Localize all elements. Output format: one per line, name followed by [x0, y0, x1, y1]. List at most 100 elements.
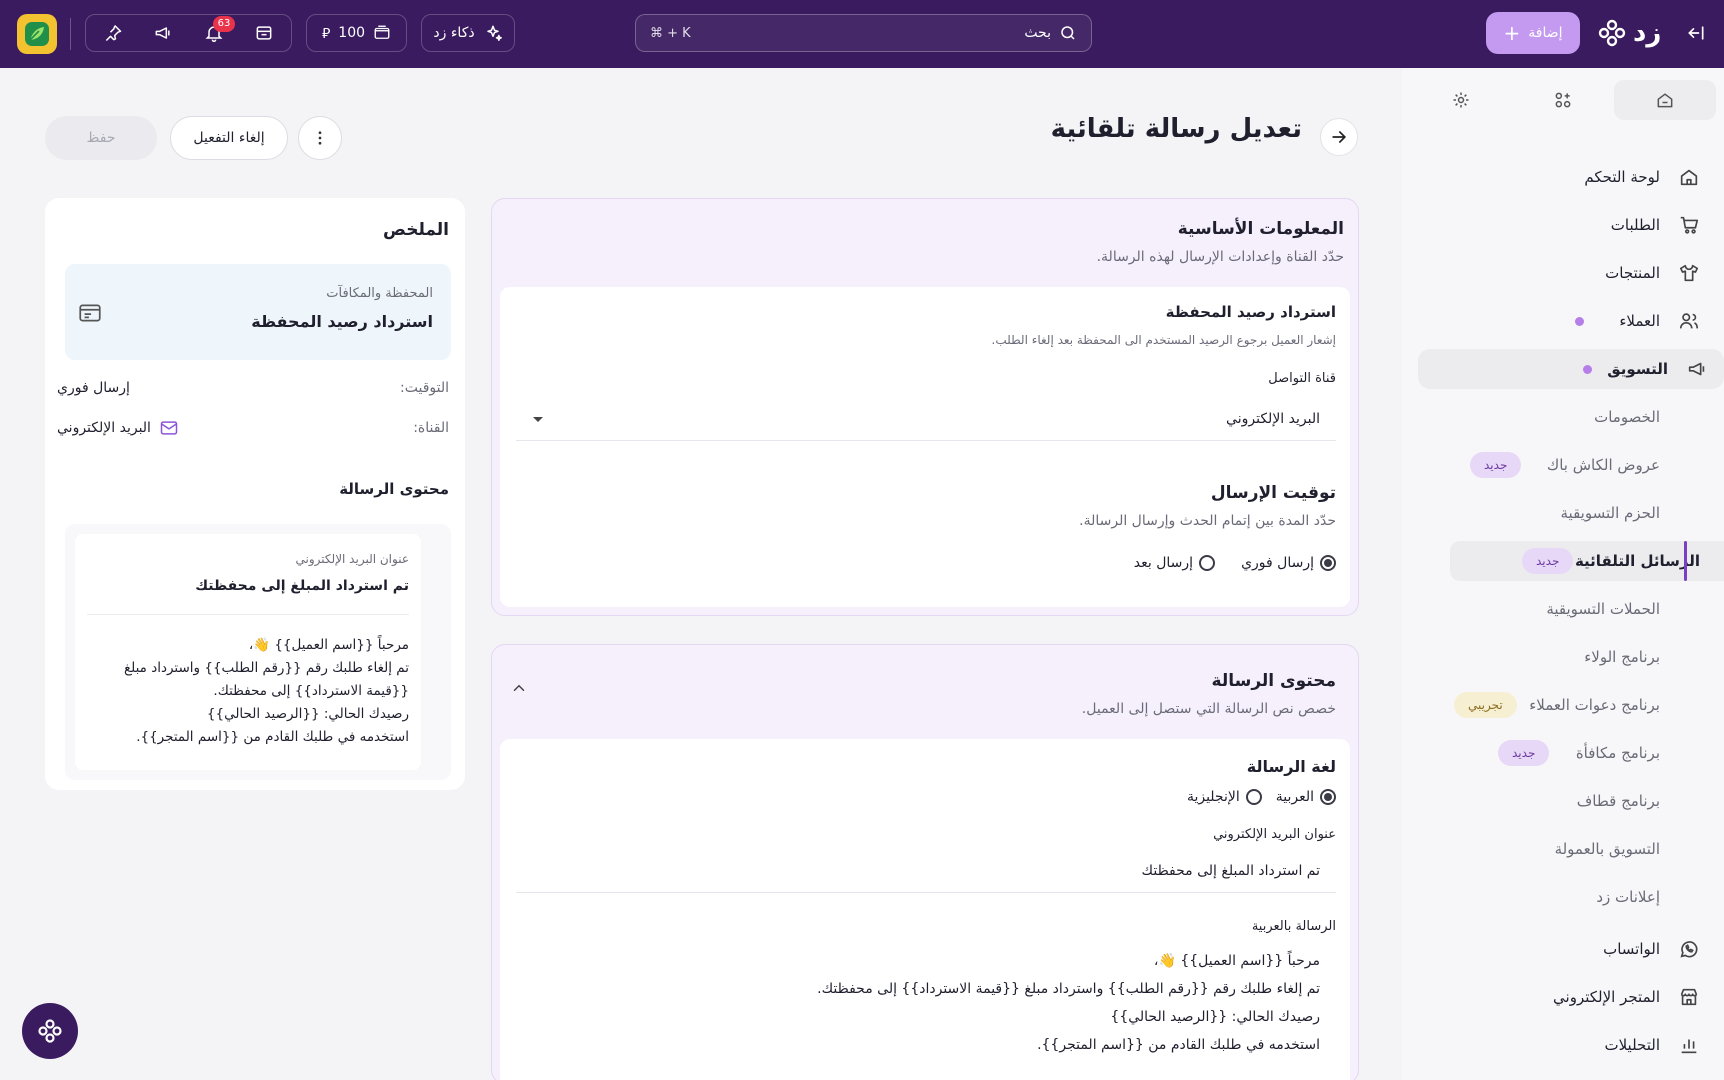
save-label: حفظ [86, 130, 116, 146]
sidebar-item-affiliate[interactable]: التسويق بالعمولة [1402, 829, 1724, 869]
body-label: الرسالة بالعربية [1251, 919, 1336, 934]
channel-select[interactable]: البريد الإلكتروني [516, 397, 1336, 441]
chevron-up-icon [510, 679, 528, 697]
storefront-icon [1678, 986, 1700, 1008]
floating-help-button[interactable] [22, 1003, 78, 1059]
sidebar-item-whatsapp[interactable]: الواتساب [1402, 929, 1724, 969]
bar-chart-icon [1678, 1034, 1700, 1056]
content-subtitle: خصص نص الرسالة التي ستصل إلى العميل. [1081, 701, 1336, 717]
more-vertical-icon [311, 129, 329, 147]
new-badge: جديد [1470, 452, 1522, 478]
message-content-card: محتوى الرسالة خصص نص الرسالة التي ستصل إ… [491, 644, 1359, 1080]
tab-apps[interactable] [1512, 80, 1614, 120]
channel-select-value: البريد الإلكتروني [1226, 410, 1320, 427]
summary-channel-value: البريد الإلكتروني [57, 420, 151, 436]
body-line: تم إلغاء طلبك رقم {{رقم الطلب}} واسترداد… [817, 981, 1320, 997]
summary-body-line: استخدمه في طلبك القادم من {{اسم المتجر}}… [136, 729, 409, 745]
sidebar-item-products[interactable]: المنتجات [1402, 253, 1724, 293]
page-title: تعديل رسالة تلقائية [1050, 114, 1302, 144]
summary-channel: البريد الإلكتروني [57, 418, 179, 438]
megaphone-icon[interactable] [152, 22, 174, 44]
ai-button[interactable]: ذكاء زد [421, 14, 515, 52]
receipt-icon [77, 300, 103, 326]
lang-ar-radio[interactable]: العربية [1276, 789, 1336, 805]
sidebar-item-label: برنامج دعوات العملاء [1529, 696, 1660, 714]
collapse-button[interactable] [510, 679, 528, 697]
save-button[interactable]: حفظ [45, 116, 157, 160]
sidebar-item-label: التحليلات [1604, 1036, 1660, 1054]
sidebar-item-campaigns[interactable]: الحملات التسويقية [1402, 589, 1724, 629]
divider [87, 614, 409, 615]
users-icon [1678, 310, 1700, 332]
summary-body-line: رصيدك الحالي: {{الرصيد الحالي}} [206, 706, 409, 722]
summary-content-title: محتوى الرسالة [339, 480, 449, 498]
search-input[interactable]: بحث ⌘ + K [635, 14, 1092, 52]
summary-preview-inner: عنوان البريد الإلكتروني تم استرداد المبل… [75, 534, 421, 770]
back-button[interactable] [1320, 118, 1358, 156]
sidebar-item-dashboard[interactable]: لوحة التحكم [1402, 157, 1724, 197]
summary-preview: عنوان البريد الإلكتروني تم استرداد المبل… [65, 524, 451, 780]
sidebar-item-orders[interactable]: الطلبات [1402, 205, 1724, 245]
collapse-sidebar-icon[interactable] [1685, 22, 1707, 44]
balance-value: 100 [338, 25, 366, 41]
summary-event-box: المحفظة والمكافآت استرداد رصيد المحفظة [65, 264, 451, 360]
add-button[interactable]: إضافة + [1486, 12, 1580, 54]
sidebar-item-online-store[interactable]: المتجر الإلكتروني [1402, 977, 1724, 1017]
house-icon [1678, 166, 1700, 188]
lang-options: العربية الإنجليزية [1187, 789, 1336, 805]
shirt-icon [1678, 262, 1700, 284]
cart-icon [1678, 214, 1700, 236]
sidebar-item-cashback[interactable]: عروض الكاش باك جديد [1402, 445, 1724, 485]
deactivate-button[interactable]: إلغاء التفعيل [170, 116, 288, 160]
sidebar-tabs [1410, 80, 1716, 120]
content-body: لغة الرسالة العربية الإنجليزية عنوان الب… [500, 739, 1350, 1080]
sidebar-item-label: الحزم التسويقية [1560, 504, 1660, 522]
megaphone-icon [1686, 358, 1708, 380]
sidebar-item-label: الرسائل التلقائية [1574, 552, 1700, 570]
tab-home[interactable] [1614, 80, 1716, 120]
wallet-icon [373, 24, 391, 42]
basic-info-body: استرداد رصيد المحفظة إشعار العميل برجوع … [500, 287, 1350, 607]
pin-icon[interactable] [102, 22, 124, 44]
sidebar-item-bundles[interactable]: الحزم التسويقية [1402, 493, 1724, 533]
sidebar-item-referrals[interactable]: برنامج دعوات العملاء تجريبي [1402, 685, 1724, 725]
timing-instant-radio[interactable]: إرسال فوري [1241, 555, 1336, 571]
tab-settings[interactable] [1410, 80, 1512, 120]
store-icon[interactable] [253, 22, 275, 44]
gear-icon [1451, 90, 1471, 110]
sidebar-item-label: التسويق [1607, 360, 1668, 378]
body-line: مرحباً {{اسم العميل}} 👋، [1153, 953, 1320, 969]
subject-input[interactable]: تم استرداد المبلغ إلى محفظتك [516, 849, 1336, 893]
sidebar-item-auto-messages[interactable]: الرسائل التلقائية جديد [1450, 541, 1724, 581]
sidebar-item-label: إعلانات زد [1596, 888, 1660, 906]
sidebar-item-qitaf[interactable]: برنامج قطاف [1402, 781, 1724, 821]
notifications-button[interactable]: 63 [203, 16, 236, 44]
timing-later-radio[interactable]: إرسال بعد [1134, 555, 1216, 571]
balance-button[interactable]: 100 ⃁ [306, 14, 407, 52]
sidebar-item-label: العملاء [1619, 312, 1660, 330]
body-textarea[interactable]: مرحباً {{اسم العميل}} 👋، تم إلغاء طلبك ر… [516, 941, 1336, 1080]
summary-subject-value: تم استرداد المبلغ إلى محفظتك [195, 578, 409, 594]
summary-body: مرحباً {{اسم العميل}} 👋، تم إلغاء طلبك ر… [87, 634, 409, 749]
sidebar-item-zid-ads[interactable]: إعلانات زد [1402, 877, 1724, 917]
lang-en-radio[interactable]: الإنجليزية [1187, 789, 1262, 805]
brand-logo[interactable]: زد [1597, 14, 1661, 52]
brand-name: زد [1633, 18, 1662, 48]
sidebar-item-marketing[interactable]: التسويق [1418, 349, 1724, 389]
summary-timing-value: إرسال فوري [57, 380, 130, 396]
sidebar-item-loyalty[interactable]: برنامج الولاء [1402, 637, 1724, 677]
sidebar-item-rewards[interactable]: برنامج مكافأة جديد [1402, 733, 1724, 773]
sidebar-item-analytics[interactable]: التحليلات [1402, 1025, 1724, 1065]
topbar-divider [70, 18, 71, 50]
radio-selected-icon [1320, 555, 1336, 571]
sidebar-item-customers[interactable]: العملاء [1402, 301, 1724, 341]
summary-channel-label: القناة: [413, 420, 449, 436]
apps-icon [1553, 90, 1573, 110]
sidebar-item-label: الواتساب [1603, 940, 1660, 958]
sidebar-item-label: لوحة التحكم [1584, 168, 1660, 186]
more-options-button[interactable] [298, 116, 342, 160]
sidebar-item-discounts[interactable]: الخصومات [1402, 397, 1724, 437]
event-description: إشعار العميل برجوع الرصيد المستخدم الى ا… [991, 333, 1337, 347]
content-title: محتوى الرسالة [1211, 671, 1336, 691]
app-logo[interactable] [17, 14, 57, 54]
